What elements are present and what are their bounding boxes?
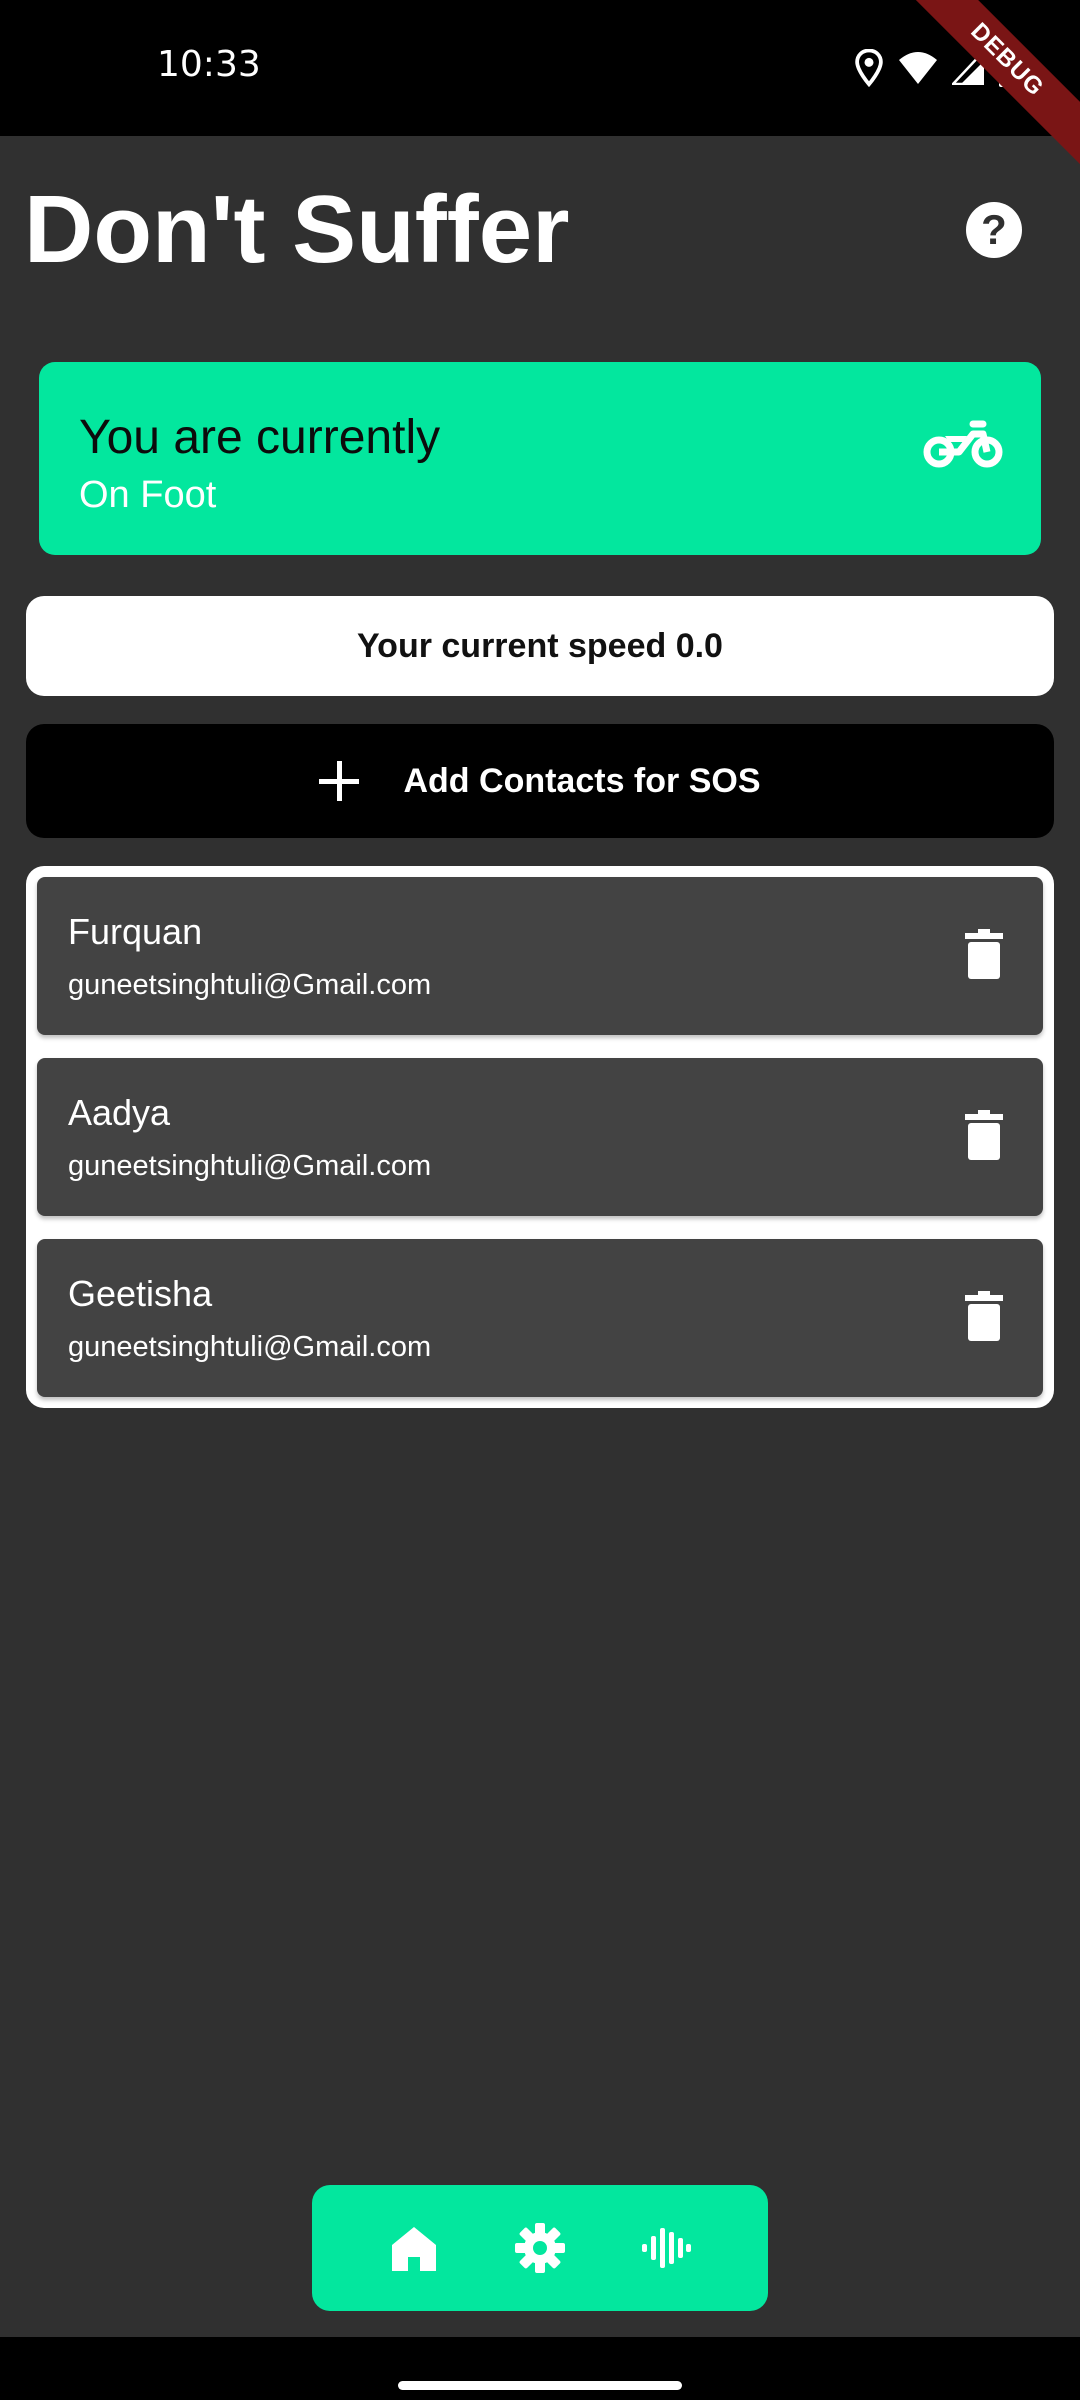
delete-icon[interactable] — [965, 1110, 1003, 1160]
nav-settings-button[interactable] — [510, 2218, 570, 2278]
contact-email: guneetsinghtuli@Gmail.com — [68, 1331, 432, 1363]
contact-card: Aadya guneetsinghtuli@Gmail.com — [37, 1058, 1043, 1216]
motorcycle-icon — [923, 420, 1003, 468]
audio-waveform-icon — [642, 2228, 691, 2268]
plus-icon — [319, 761, 360, 801]
sos-contacts-list: Furquan guneetsinghtuli@Gmail.com Aadya … — [26, 866, 1054, 1408]
status-time: 10:33 — [157, 44, 261, 85]
page-title: Don't Suffer — [24, 176, 570, 283]
nav-audio-button[interactable] — [636, 2218, 696, 2278]
contact-name: Geetisha — [68, 1273, 213, 1314]
home-icon — [392, 2227, 436, 2271]
contact-email: guneetsinghtuli@Gmail.com — [68, 1150, 432, 1182]
wifi-icon — [899, 52, 937, 84]
location-icon — [855, 49, 883, 87]
contact-card: Furquan guneetsinghtuli@Gmail.com — [37, 877, 1043, 1035]
travel-mode-label: You are currently — [79, 411, 441, 464]
delete-icon[interactable] — [965, 929, 1003, 979]
help-circle-icon: ? — [981, 206, 1007, 253]
nav-home-button[interactable] — [384, 2218, 444, 2278]
contact-name: Aadya — [68, 1092, 171, 1133]
travel-mode-card: You are currently On Foot — [39, 362, 1041, 555]
bottom-nav-bar — [312, 2185, 768, 2311]
current-speed-display: Your current speed 0.0 — [26, 596, 1054, 696]
add-sos-contacts-label: Add Contacts for SOS — [403, 761, 761, 800]
help-button[interactable]: ? — [966, 202, 1022, 258]
contact-email: guneetsinghtuli@Gmail.com — [68, 969, 432, 1001]
delete-icon[interactable] — [965, 1291, 1003, 1341]
contact-name: Furquan — [68, 911, 203, 952]
settings-icon — [515, 2223, 565, 2273]
gesture-navigation-area — [0, 2337, 1080, 2400]
travel-mode-value: On Foot — [79, 474, 217, 516]
add-sos-contacts-button[interactable]: Add Contacts for SOS — [26, 724, 1054, 838]
status-bar: 10:33 — [0, 0, 1080, 136]
contact-card: Geetisha guneetsinghtuli@Gmail.com — [37, 1239, 1043, 1397]
gesture-handle[interactable] — [398, 2381, 682, 2390]
current-speed-text: Your current speed 0.0 — [357, 626, 723, 665]
